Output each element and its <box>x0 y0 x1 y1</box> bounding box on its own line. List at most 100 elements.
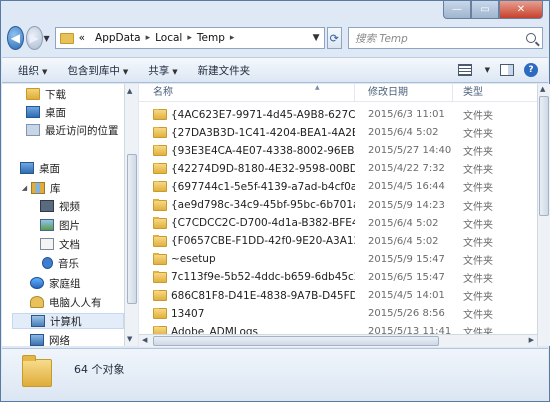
file-row[interactable]: 7c113f9e-5b52-4ddc-b659-6db45c22... 2015/… <box>139 269 537 286</box>
new-folder-label: 新建文件夹 <box>197 64 251 77</box>
file-list-horizontal-scrollbar[interactable]: ◀ ▶ <box>139 334 537 347</box>
file-list-scroll-thumb[interactable] <box>539 96 549 216</box>
file-name-cell[interactable]: {42274D9D-8180-4E32-9598-00BD47... <box>139 162 355 175</box>
breadcrumb-temp[interactable]: Temp <box>197 32 225 44</box>
include-in-library-button[interactable]: 包含到库中 ▼ <box>67 63 128 78</box>
scroll-down-icon[interactable]: ▼ <box>127 335 132 343</box>
preview-pane-icon[interactable] <box>500 64 514 76</box>
file-row[interactable]: {93E3E4CA-4E07-4338-8002-96EBDD... 2015/5… <box>139 142 537 159</box>
chevron-right-icon[interactable]: ▸ <box>187 33 192 43</box>
file-name: ~esetup <box>171 253 216 266</box>
folder-icon <box>153 253 167 265</box>
scroll-right-icon[interactable]: ▶ <box>529 336 534 344</box>
view-dropdown-icon[interactable]: ▼ <box>485 66 490 74</box>
collapse-arrow-icon[interactable]: ◢ <box>20 184 29 192</box>
minimize-button[interactable]: — <box>443 1 471 19</box>
file-name-cell[interactable]: ~esetup <box>139 253 355 265</box>
file-modified-date: 2015/6/4 5:02 <box>368 217 439 229</box>
file-name-cell[interactable]: {27DA3B3D-1C41-4204-BEA1-4A2E28... <box>139 126 355 139</box>
column-header-modified[interactable]: 修改日期 <box>355 84 453 102</box>
pictures-library-icon <box>40 219 54 231</box>
file-type: 文件夹 <box>463 183 493 195</box>
nav-scrollbar[interactable]: ▲ ▼ <box>124 84 138 346</box>
nav-item-downloads[interactable]: 下载 <box>26 86 66 102</box>
documents-library-icon <box>40 238 54 250</box>
search-icon[interactable] <box>526 33 536 43</box>
nav-item-network[interactable]: 网络 <box>30 332 70 346</box>
scroll-up-icon[interactable]: ▲ <box>540 85 545 93</box>
file-row[interactable]: {C7CDCC2C-D700-4d1a-B382-BFE42... 2015/6/… <box>139 215 537 232</box>
file-row[interactable]: {697744c1-5e5f-4139-a7ad-b4cf0adc... 2015… <box>139 178 537 195</box>
nav-item-pictures[interactable]: 图片 <box>40 217 80 233</box>
maximize-button[interactable]: ▭ <box>471 1 499 19</box>
nav-label: 计算机 <box>50 315 82 328</box>
nav-label: 桌面 <box>39 162 60 175</box>
nav-item-computer[interactable]: 计算机 <box>12 313 124 329</box>
folder-icon <box>153 108 167 120</box>
file-name-cell[interactable]: {4AC623E7-9971-4d45-A9B8-627C6B... <box>139 108 355 121</box>
file-modified-date: 2015/4/5 14:01 <box>368 290 445 301</box>
nav-item-videos[interactable]: 视频 <box>40 198 80 214</box>
folder-icon <box>22 355 52 387</box>
file-row[interactable]: {4AC623E7-9971-4d45-A9B8-627C6B... 2015/6… <box>139 106 537 123</box>
file-row[interactable]: {27DA3B3D-1C41-4204-BEA1-4A2E28... 2015/6… <box>139 124 537 141</box>
column-header-type[interactable]: 类型 <box>453 84 537 102</box>
help-icon[interactable]: ? <box>524 63 538 77</box>
file-name: 13407 <box>171 307 205 320</box>
recent-pages-dropdown[interactable]: ▼ <box>43 34 51 43</box>
nav-item-documents[interactable]: 文档 <box>40 236 80 252</box>
file-row[interactable]: {F0657CBE-F1DD-42f0-9E20-A3A12D... 2015/6… <box>139 233 537 250</box>
scroll-left-icon[interactable]: ◀ <box>142 336 147 344</box>
chevron-right-icon[interactable]: ▸ <box>230 33 235 43</box>
nav-item-library[interactable]: ◢ 库 <box>20 180 61 196</box>
new-folder-button[interactable]: 新建文件夹 <box>198 63 251 78</box>
file-name-cell[interactable]: 686C81F8-D41E-4838-9A7B-D45FD0F... <box>139 289 355 302</box>
file-row[interactable]: {ae9d798c-34c9-45bf-95bc-6b701ab... 2015/… <box>139 197 537 214</box>
view-options-icon[interactable] <box>457 64 472 76</box>
chevron-right-icon[interactable]: ▸ <box>146 33 151 43</box>
nav-item-user[interactable]: 电脑人人有 <box>30 294 102 310</box>
organize-button[interactable]: 组织 ▼ <box>18 63 47 78</box>
file-row[interactable]: ~esetup 2015/5/9 15:47 文件夹 <box>139 251 537 268</box>
address-bar[interactable]: « AppData ▸ Local ▸ Temp ▸ ▼ <box>54 27 325 49</box>
file-name-cell[interactable]: 13407 <box>139 307 355 320</box>
forward-button[interactable]: ▶ <box>25 26 43 50</box>
chevron-down-icon: ▼ <box>122 67 129 76</box>
nav-item-desktop-fav[interactable]: 桌面 <box>26 104 66 120</box>
column-header-name[interactable]: 名称 <box>139 84 355 102</box>
chevron-down-icon: ▼ <box>42 67 48 76</box>
file-list-vertical-scrollbar[interactable]: ▲ <box>537 84 550 346</box>
breadcrumb-appdata[interactable]: AppData <box>95 32 141 44</box>
file-row[interactable]: 686C81F8-D41E-4838-9A7B-D45FD0F... 2015/4… <box>139 287 537 304</box>
file-name-cell[interactable]: {C7CDCC2C-D700-4d1a-B382-BFE42... <box>139 217 355 229</box>
refresh-button[interactable]: ⟳ <box>326 27 342 49</box>
file-name-cell[interactable]: {93E3E4CA-4E07-4338-8002-96EBDD... <box>139 144 355 157</box>
search-input[interactable]: 搜索 Temp <box>348 27 543 49</box>
file-name: {ae9d798c-34c9-45bf-95bc-6b701ab... <box>171 199 355 211</box>
share-button[interactable]: 共享 ▼ <box>148 63 177 78</box>
explorer-window: — ▭ ✕ ◀ ▶ ▼ « AppData ▸ Local ▸ Temp ▸ ▼… <box>0 0 550 402</box>
nav-item-desktop[interactable]: 桌面 <box>20 160 60 176</box>
back-button[interactable]: ◀ <box>7 26 24 50</box>
breadcrumb-overflow[interactable]: « <box>79 32 85 44</box>
file-row[interactable]: 13407 2015/5/26 8:56 文件夹 <box>139 305 537 322</box>
file-name-cell[interactable]: {ae9d798c-34c9-45bf-95bc-6b701ab... <box>139 199 355 211</box>
file-type: 文件夹 <box>463 273 493 285</box>
folder-icon <box>153 144 167 157</box>
file-name-cell[interactable]: {F0657CBE-F1DD-42f0-9E20-A3A12D... <box>139 235 355 247</box>
folder-icon <box>153 271 167 283</box>
nav-item-recent-places[interactable]: 最近访问的位置 <box>26 122 119 138</box>
nav-item-music[interactable]: 音乐 <box>42 255 79 271</box>
breadcrumb-local[interactable]: Local <box>155 32 182 44</box>
close-button[interactable]: ✕ <box>499 1 543 19</box>
horizontal-scroll-thumb[interactable] <box>153 336 439 346</box>
file-name-cell[interactable]: 7c113f9e-5b52-4ddc-b659-6db45c22... <box>139 271 355 283</box>
address-dropdown[interactable]: ▼ <box>313 33 320 43</box>
column-headers: 名称 修改日期 类型 ▲ <box>139 84 537 102</box>
file-name-cell[interactable]: {697744c1-5e5f-4139-a7ad-b4cf0adc... <box>139 180 355 193</box>
nav-scroll-thumb[interactable] <box>127 154 137 304</box>
folder-icon <box>153 307 167 320</box>
scroll-up-icon[interactable]: ▲ <box>127 87 132 95</box>
file-row[interactable]: {42274D9D-8180-4E32-9598-00BD47... 2015/4… <box>139 160 537 177</box>
nav-item-homegroup[interactable]: 家庭组 <box>30 275 81 291</box>
